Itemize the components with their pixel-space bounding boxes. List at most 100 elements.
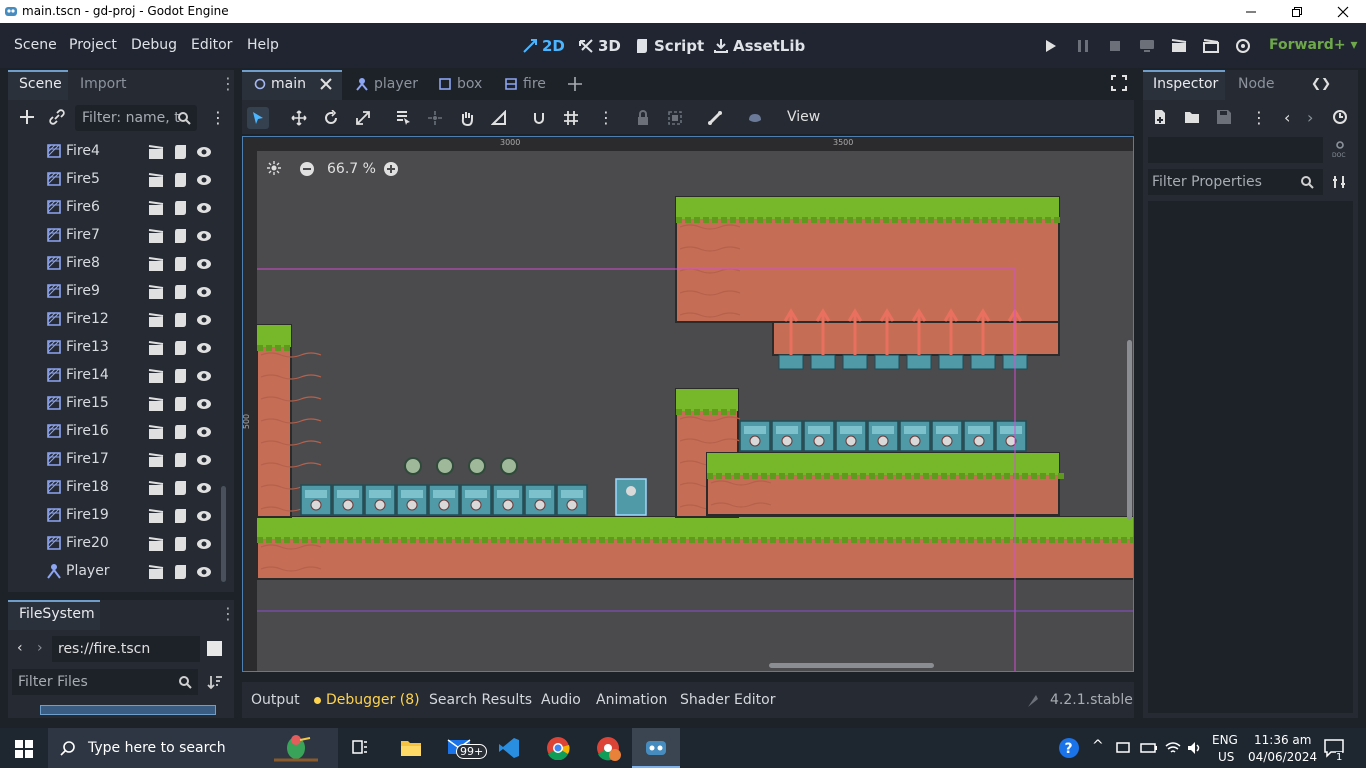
forward-nav-icon[interactable]: › xyxy=(37,640,43,656)
open-scene-icon[interactable] xyxy=(148,172,164,188)
shader-editor-tab[interactable]: Shader Editor xyxy=(680,692,775,708)
fire-emitter[interactable] xyxy=(842,354,868,370)
script-icon[interactable] xyxy=(172,256,188,272)
input-language[interactable]: ENG xyxy=(1212,733,1238,747)
pause-button[interactable] xyxy=(1072,35,1094,57)
script-icon[interactable] xyxy=(172,508,188,524)
add-scene-tab-button[interactable] xyxy=(566,75,584,93)
tree-node-fire[interactable]: Fire8 xyxy=(18,249,218,277)
script-icon[interactable] xyxy=(172,172,188,188)
script-icon[interactable] xyxy=(172,536,188,552)
open-scene-icon[interactable] xyxy=(148,424,164,440)
script-icon[interactable] xyxy=(172,340,188,356)
filesystem-menu-icon[interactable]: ⋮ xyxy=(220,604,236,623)
menu-scene[interactable]: Scene xyxy=(14,37,57,53)
visibility-eye-icon[interactable] xyxy=(196,256,212,272)
chrome-icon[interactable] xyxy=(546,736,570,760)
chrome-profile-icon[interactable] xyxy=(596,736,622,762)
select-mode-button[interactable] xyxy=(247,107,269,129)
lock-button[interactable] xyxy=(632,107,654,129)
script-icon[interactable] xyxy=(172,144,188,160)
fire-emitter[interactable] xyxy=(810,354,836,370)
coin-pickup[interactable] xyxy=(468,457,486,475)
visibility-eye-icon[interactable] xyxy=(196,564,212,580)
taskbar-search-box[interactable]: Type here to search xyxy=(48,728,338,768)
node-tab[interactable]: Node xyxy=(1238,76,1275,92)
skeleton-button[interactable] xyxy=(704,107,726,129)
tree-node-fire[interactable]: Fire18 xyxy=(18,473,218,501)
pivot-mode-button[interactable] xyxy=(424,107,446,129)
pan-mode-button[interactable] xyxy=(456,107,478,129)
distraction-free-button[interactable] xyxy=(1111,75,1129,93)
visibility-eye-icon[interactable] xyxy=(196,284,212,300)
add-node-button[interactable] xyxy=(18,108,36,126)
script-icon[interactable] xyxy=(172,452,188,468)
visibility-eye-icon[interactable] xyxy=(196,228,212,244)
godot-taskbar-button[interactable] xyxy=(632,728,680,768)
script-icon[interactable] xyxy=(172,200,188,216)
scene-tab-main[interactable]: main xyxy=(254,73,333,95)
visibility-eye-icon[interactable] xyxy=(196,508,212,524)
remote-debug-button[interactable] xyxy=(1136,35,1158,57)
filesystem-path-field[interactable]: res://fire.tscn xyxy=(52,636,200,662)
windows-start-icon[interactable] xyxy=(15,740,33,758)
script-icon[interactable] xyxy=(172,284,188,300)
script-icon[interactable] xyxy=(172,396,188,412)
visibility-eye-icon[interactable] xyxy=(196,536,212,552)
tools-icon[interactable] xyxy=(1332,174,1348,190)
fire-emitter[interactable] xyxy=(970,354,996,370)
workspace-3d-button[interactable]: 3D xyxy=(578,37,621,55)
fire-emitter[interactable] xyxy=(938,354,964,370)
menu-project[interactable]: Project xyxy=(69,37,117,53)
group-button[interactable] xyxy=(664,107,686,129)
renderer-select[interactable]: Forward+ ▾ xyxy=(1269,37,1357,53)
fire-emitter[interactable] xyxy=(778,354,804,370)
tree-node-fire[interactable]: Fire12 xyxy=(18,305,218,333)
open-scene-icon[interactable] xyxy=(148,284,164,300)
fire-emitter[interactable] xyxy=(874,354,900,370)
run-project-button[interactable] xyxy=(1040,35,1062,57)
filter-properties-input[interactable]: Filter Properties xyxy=(1148,169,1323,195)
task-view-icon[interactable] xyxy=(350,738,370,758)
dock-menu-icon[interactable]: ⋮ xyxy=(220,74,236,93)
tileset-button[interactable] xyxy=(744,107,766,129)
vscode-icon[interactable] xyxy=(497,736,521,760)
snap-options-icon[interactable]: ⋮ xyxy=(598,108,614,127)
script-icon[interactable] xyxy=(172,480,188,496)
import-tab[interactable]: Import xyxy=(80,76,126,92)
tree-node-fire[interactable]: Fire9 xyxy=(18,277,218,305)
player-sprite[interactable] xyxy=(615,478,647,516)
open-scene-icon[interactable] xyxy=(148,144,164,160)
vertical-scrollbar[interactable] xyxy=(1127,340,1132,520)
visibility-eye-icon[interactable] xyxy=(196,172,212,188)
script-icon[interactable] xyxy=(172,228,188,244)
tree-node-fire[interactable]: Fire13 xyxy=(18,333,218,361)
script-icon[interactable] xyxy=(172,564,188,580)
visibility-eye-icon[interactable] xyxy=(196,396,212,412)
visibility-eye-icon[interactable] xyxy=(196,144,212,160)
run-specific-scene-button[interactable] xyxy=(1200,35,1222,57)
view-menu[interactable]: View xyxy=(787,109,820,125)
object-selector[interactable] xyxy=(1148,137,1323,163)
run-current-scene-button[interactable] xyxy=(1168,35,1190,57)
tree-node-fire[interactable]: Fire14 xyxy=(18,361,218,389)
movie-maker-button[interactable] xyxy=(1232,35,1254,57)
open-scene-icon[interactable] xyxy=(148,312,164,328)
clock-time[interactable]: 11:36 am xyxy=(1254,733,1311,747)
tree-node-fire[interactable]: Fire5 xyxy=(18,165,218,193)
scene-filter-input[interactable]: Filter: name, t xyxy=(75,105,197,131)
smart-snap-button[interactable] xyxy=(528,107,550,129)
coin-pickup[interactable] xyxy=(500,457,518,475)
open-folder-icon[interactable] xyxy=(1184,109,1200,125)
scene-tab-fire[interactable]: fire xyxy=(504,73,546,95)
open-scene-icon[interactable] xyxy=(148,200,164,216)
fire-emitter[interactable] xyxy=(906,354,932,370)
zoom-in-button[interactable] xyxy=(383,161,399,177)
tree-node-fire[interactable]: Fire7 xyxy=(18,221,218,249)
resource-menu-icon[interactable]: ⋮ xyxy=(1251,108,1267,127)
back-nav-icon[interactable]: ‹ xyxy=(17,640,23,656)
tree-node-fire[interactable]: Fire4 xyxy=(18,137,218,165)
open-scene-icon[interactable] xyxy=(148,396,164,412)
file-list-item[interactable] xyxy=(40,705,216,715)
visibility-eye-icon[interactable] xyxy=(196,480,212,496)
